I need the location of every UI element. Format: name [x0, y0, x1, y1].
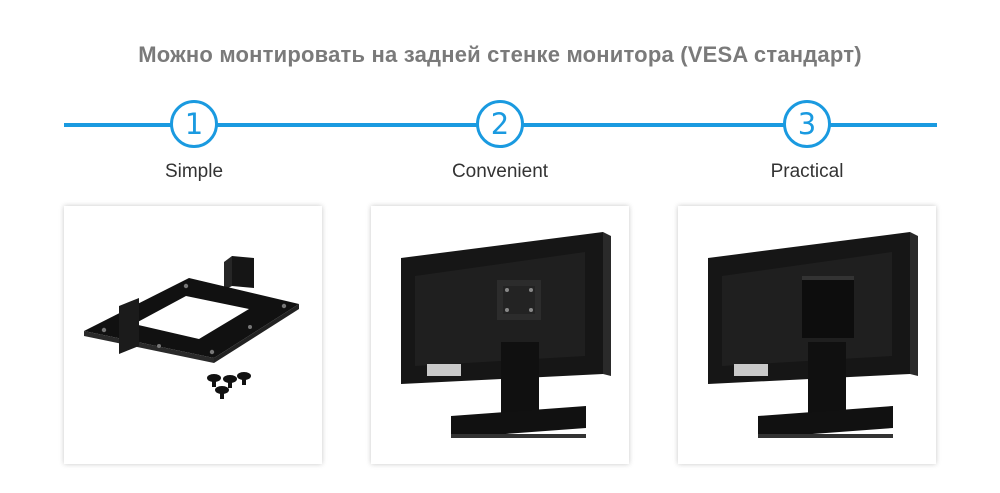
step-number-circle: 2 — [476, 100, 524, 148]
image-card-monitor-pc — [678, 206, 936, 464]
step-label-practical: Practical — [770, 161, 844, 182]
step-label-convenient: Convenient — [451, 161, 549, 182]
vesa-bracket-icon — [84, 256, 299, 399]
step-number-circle: 1 — [170, 100, 218, 148]
step-3: 3 Practical — [687, 100, 927, 183]
step-2: 2 Convenient — [380, 100, 620, 183]
step-number-circle: 3 — [783, 100, 831, 148]
image-card-monitor-plate — [371, 206, 629, 464]
page-title: Можно монтировать на задней стенке монит… — [138, 42, 862, 67]
monitor-pc-icon — [708, 232, 918, 438]
step-1: 1 Simple — [74, 100, 314, 183]
image-card-bracket — [64, 206, 322, 464]
monitor-plate-icon — [401, 232, 611, 438]
step-label-simple: Simple — [164, 161, 224, 182]
